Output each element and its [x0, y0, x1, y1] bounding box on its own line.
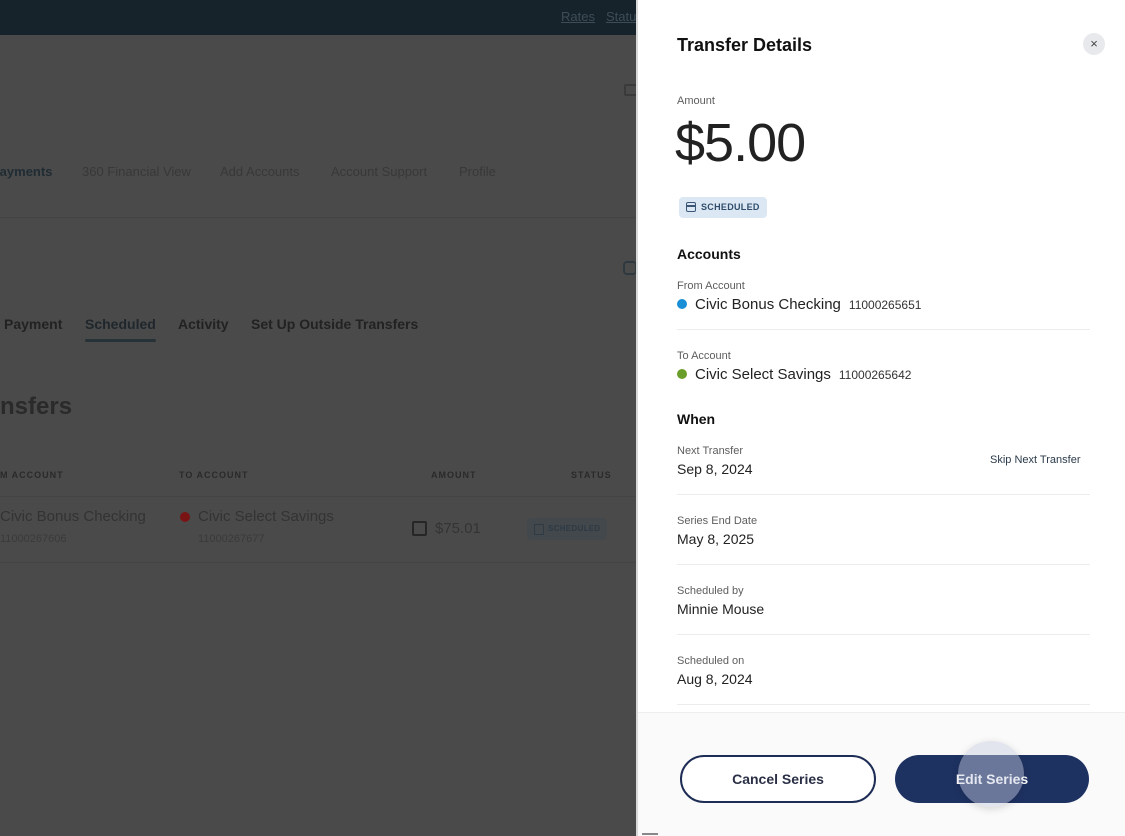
nav-360-financial-view[interactable]: 360 Financial View — [82, 164, 191, 179]
rates-link[interactable]: Rates — [561, 9, 595, 24]
cancel-series-button[interactable]: Cancel Series — [680, 755, 876, 803]
mail-icon[interactable] — [624, 84, 636, 96]
recurring-calendar-icon — [412, 521, 427, 536]
scheduled-on-value: Aug 8, 2024 — [677, 671, 753, 687]
amount-value: $5.00 — [675, 113, 806, 173]
table-divider — [0, 562, 636, 563]
accounts-section-title: Accounts — [677, 246, 741, 262]
row-status-badge: SCHEDULED — [527, 518, 607, 540]
status-link[interactable]: Status — [606, 9, 636, 24]
from-account-number: 11000265651 — [848, 298, 922, 312]
to-account: Civic Select Savings 11000265642 — [677, 366, 911, 383]
tab-set-up-outside-transfers[interactable]: Set Up Outside Transfers — [251, 316, 418, 332]
calendar-icon — [686, 202, 696, 212]
row-amount: $75.01 — [435, 520, 481, 537]
chat-icon[interactable] — [623, 261, 636, 275]
edge-mark — [642, 833, 658, 835]
row-from-name: Civic Bonus Checking — [0, 508, 146, 525]
divider — [677, 634, 1090, 635]
tab-scheduled[interactable]: Scheduled — [85, 316, 156, 332]
skip-next-transfer-link[interactable]: Skip Next Transfer — [990, 454, 1080, 466]
divider — [677, 704, 1090, 705]
col-header-status: STATUS — [571, 470, 612, 480]
from-account-color-dot — [677, 299, 687, 309]
top-bar: Rates Status — [0, 0, 636, 35]
scheduled-on-label: Scheduled on — [677, 655, 745, 667]
main-nav: Payments 360 Financial View Add Accounts… — [0, 160, 636, 218]
tab-payment[interactable]: Payment — [4, 316, 62, 332]
drawer-footer: Cancel Series Edit Series — [638, 712, 1125, 836]
nav-account-support[interactable]: Account Support — [331, 164, 427, 179]
to-account-number: 11000265642 — [838, 368, 912, 382]
series-end-date-label: Series End Date — [677, 515, 758, 527]
row-from-number: 11000267606 — [0, 533, 67, 545]
page-heading: nsfers — [0, 393, 73, 420]
from-account-name: Civic Bonus Checking — [695, 296, 841, 313]
next-transfer-value: Sep 8, 2024 — [677, 461, 753, 477]
close-icon[interactable]: × — [1083, 33, 1105, 55]
divider — [677, 329, 1090, 330]
row-to-number: 11000267677 — [198, 533, 265, 545]
to-account-color-dot — [180, 512, 190, 522]
when-section-title: When — [677, 411, 716, 427]
divider — [677, 494, 1090, 495]
drawer-title: Transfer Details — [677, 35, 813, 55]
col-header-to-account: TO ACCOUNT — [179, 470, 249, 480]
nav-payments[interactable]: Payments — [0, 164, 52, 179]
scheduled-by-label: Scheduled by — [677, 585, 744, 597]
transfer-sub-tabs: Payment Scheduled Activity Set Up Outsid… — [0, 312, 636, 352]
nav-add-accounts[interactable]: Add Accounts — [220, 164, 300, 179]
edit-series-button[interactable]: Edit Series — [895, 755, 1089, 803]
to-account-name: Civic Select Savings — [695, 366, 831, 383]
status-badge-text: SCHEDULED — [701, 202, 760, 212]
status-badge: SCHEDULED — [679, 197, 767, 218]
row-to-name: Civic Select Savings — [198, 508, 334, 525]
series-end-date-value: May 8, 2025 — [677, 531, 755, 547]
transfer-details-drawer: Transfer Details × Amount $5.00 SCHEDULE… — [636, 0, 1125, 836]
nav-profile[interactable]: Profile — [459, 164, 496, 179]
tab-activity[interactable]: Activity — [178, 316, 229, 332]
from-account: Civic Bonus Checking 11000265651 — [677, 296, 921, 313]
scheduled-by-value: Minnie Mouse — [677, 601, 765, 617]
active-tab-indicator — [85, 339, 156, 342]
col-header-amount: AMOUNT — [431, 470, 477, 480]
next-transfer-label: Next Transfer — [677, 445, 744, 457]
background-app: Rates Status Payments 360 Financial View… — [0, 0, 636, 836]
to-account-label: To Account — [677, 350, 731, 362]
from-account-label: From Account — [677, 280, 745, 292]
table-divider — [0, 496, 636, 497]
amount-label: Amount — [677, 95, 715, 107]
divider — [677, 564, 1090, 565]
to-account-color-dot — [677, 369, 687, 379]
col-header-from-account: M ACCOUNT — [0, 470, 64, 480]
